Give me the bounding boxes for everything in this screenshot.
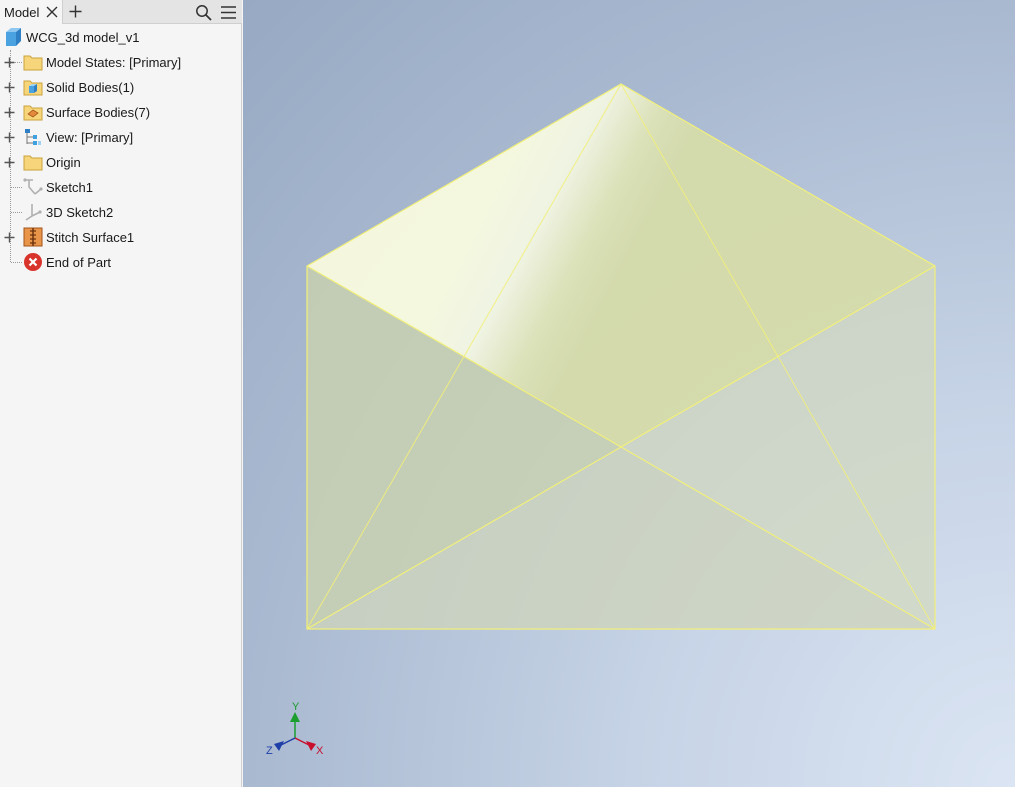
folder-icon bbox=[23, 155, 43, 171]
root-label: WCG_3d model_v1 bbox=[26, 30, 140, 45]
model-browser: Model WCG_3d model_v1 Model States: [Pri… bbox=[0, 0, 242, 787]
tree-root-node[interactable]: WCG_3d model_v1 bbox=[0, 26, 240, 48]
tree-item-surface-bodies[interactable]: Surface Bodies(7) bbox=[0, 101, 240, 123]
x-axis-arrow bbox=[306, 741, 316, 751]
add-tab-icon[interactable] bbox=[69, 5, 82, 18]
expand-icon[interactable] bbox=[4, 82, 15, 93]
graphics-viewport[interactable]: Y X Z bbox=[243, 0, 1015, 787]
search-icon[interactable] bbox=[195, 4, 212, 21]
expand-icon[interactable] bbox=[4, 132, 15, 143]
expand-icon[interactable] bbox=[4, 107, 15, 118]
tree-item-3d-sketch2[interactable]: 3D Sketch2 bbox=[0, 201, 240, 223]
tab-model-label: Model bbox=[4, 5, 40, 20]
expand-icon[interactable] bbox=[4, 157, 15, 168]
tree-item-sketch1[interactable]: Sketch1 bbox=[0, 176, 240, 198]
view-triad: Y X Z bbox=[266, 701, 324, 757]
view-rep-icon bbox=[25, 129, 41, 145]
tab-model[interactable]: Model bbox=[0, 0, 63, 24]
tree-item-model-states[interactable]: Model States: [Primary] bbox=[0, 51, 240, 73]
y-axis-arrow bbox=[290, 712, 300, 722]
tree-item-label: Stitch Surface1 bbox=[46, 230, 135, 245]
sketch-icon bbox=[23, 178, 43, 195]
tree-item-origin[interactable]: Origin bbox=[0, 151, 240, 173]
tree-item-end-of-part[interactable]: End of Part bbox=[0, 251, 240, 273]
part-cube-icon bbox=[6, 28, 21, 46]
surface-bodies-folder-icon bbox=[23, 105, 43, 121]
tree-item-label: View: [Primary] bbox=[46, 130, 134, 145]
z-axis-label: Z bbox=[266, 745, 273, 757]
stitch-surface-icon bbox=[23, 227, 43, 247]
close-icon[interactable] bbox=[46, 6, 58, 18]
tree-item-label: End of Part bbox=[46, 255, 112, 270]
tree-item-label: 3D Sketch2 bbox=[46, 205, 114, 220]
tree-item-label: Model States: [Primary] bbox=[46, 55, 182, 70]
browser-tabbar: Model bbox=[0, 0, 242, 24]
solid-bodies-folder-icon bbox=[23, 80, 43, 96]
tree-item-solid-bodies[interactable]: Solid Bodies(1) bbox=[0, 76, 240, 98]
expand-icon[interactable] bbox=[4, 232, 15, 243]
z-axis-arrow bbox=[274, 741, 284, 751]
tree-item-view[interactable]: View: [Primary] bbox=[0, 126, 240, 148]
tree-item-label: Surface Bodies(7) bbox=[46, 105, 151, 120]
tree-item-stitch-surface1[interactable]: Stitch Surface1 bbox=[0, 226, 240, 248]
pyramid-model[interactable] bbox=[243, 0, 1015, 787]
y-axis-label: Y bbox=[292, 701, 300, 713]
expand-icon[interactable] bbox=[4, 57, 15, 68]
folder-icon bbox=[23, 55, 43, 71]
tree-item-label: Solid Bodies(1) bbox=[46, 80, 135, 95]
menu-icon[interactable] bbox=[220, 4, 237, 21]
x-axis-label: X bbox=[316, 745, 324, 757]
3d-sketch-icon bbox=[25, 204, 42, 221]
tree-item-label: Origin bbox=[46, 155, 81, 170]
end-of-part-icon bbox=[24, 253, 42, 271]
tree-item-label: Sketch1 bbox=[46, 180, 93, 195]
